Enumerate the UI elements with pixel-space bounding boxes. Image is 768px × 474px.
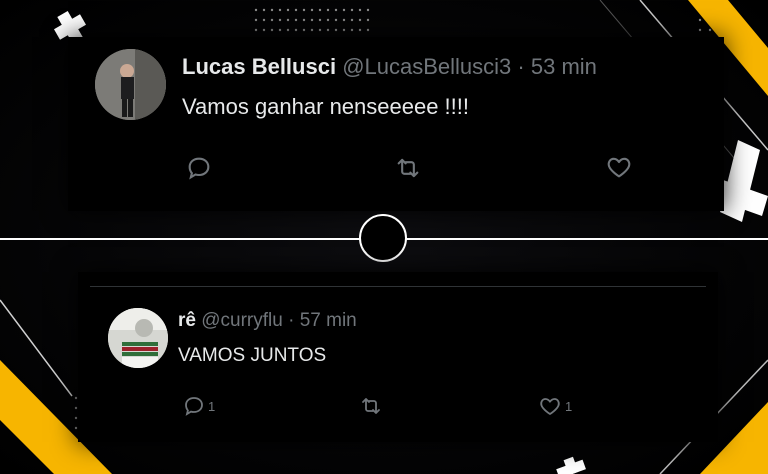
- like-icon: [540, 398, 560, 415]
- avatar[interactable]: [95, 49, 166, 120]
- retweet-icon: [362, 398, 380, 414]
- tweet-card[interactable]: rê @curryflu · 57 min VAMOS JUNTOS 1 1: [78, 272, 718, 442]
- avatar-photo: [95, 49, 166, 120]
- tweet-header: Lucas Bellusci @LucasBellusci3 · 53 min: [182, 54, 597, 80]
- screenshot-canvas: Lucas Bellusci @LucasBellusci3 · 53 min …: [0, 0, 768, 474]
- display-name[interactable]: Lucas Bellusci: [182, 54, 336, 79]
- tweet-text: Vamos ganhar nenseeeee !!!!: [182, 94, 470, 119]
- reply-button[interactable]: 1: [182, 394, 215, 418]
- divider-circle: [359, 214, 407, 262]
- dot-grid-top: [254, 8, 370, 32]
- reply-count: 1: [208, 398, 216, 414]
- avatar[interactable]: [108, 308, 168, 368]
- header-separator: ·: [282, 310, 300, 331]
- header-separator: ·: [511, 54, 531, 79]
- like-button[interactable]: 1: [537, 394, 572, 418]
- tweet-header: rê @curryflu · 57 min: [178, 310, 357, 332]
- reply-button[interactable]: [185, 154, 213, 182]
- retweet-icon: [397, 158, 419, 178]
- handle[interactable]: @LucasBellusci3: [342, 54, 511, 79]
- like-icon: [607, 157, 631, 178]
- thread-separator-line: [90, 286, 706, 287]
- reply-icon: [185, 397, 203, 416]
- retweet-button[interactable]: [358, 394, 384, 418]
- timestamp[interactable]: 53 min: [531, 54, 597, 79]
- avatar-photo: [108, 308, 168, 368]
- display-name[interactable]: rê: [178, 310, 196, 331]
- tweet-card[interactable]: Lucas Bellusci @LucasBellusci3 · 53 min …: [68, 37, 724, 211]
- timestamp[interactable]: 57 min: [300, 310, 357, 331]
- handle[interactable]: @curryflu: [201, 310, 283, 331]
- plus-decoration-bottom: [556, 456, 586, 474]
- tweet-text: VAMOS JUNTOS: [178, 345, 327, 366]
- like-button[interactable]: [604, 153, 634, 181]
- reply-icon: [188, 157, 210, 180]
- retweet-button[interactable]: [393, 154, 423, 182]
- like-count: 1: [565, 398, 573, 414]
- dot-grid-left: [74, 396, 78, 430]
